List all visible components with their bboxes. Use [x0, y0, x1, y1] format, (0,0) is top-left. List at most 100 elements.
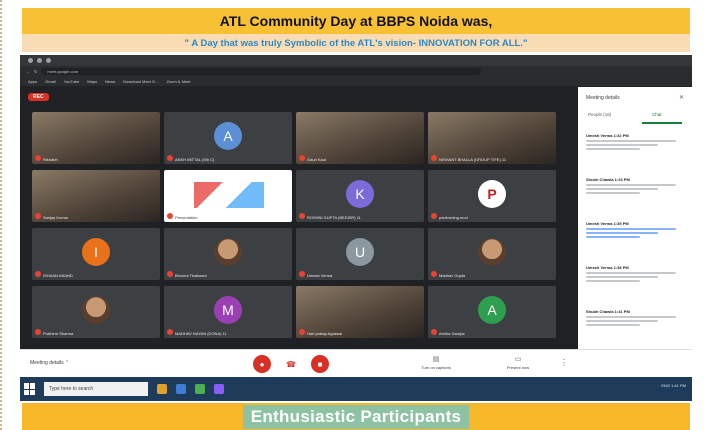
panel-title: Meeting details	[586, 95, 620, 101]
participant-photo	[478, 237, 506, 266]
bookmarks-bar: Apps Gmail YouTube Maps News Download Me…	[20, 76, 692, 86]
chat-sender: Umesh Verma 1:32 PM	[586, 133, 629, 138]
chat-text-line	[586, 280, 640, 282]
more-options-icon[interactable]: ⋮	[560, 358, 568, 367]
taskbar-search[interactable]: Type here to search	[44, 382, 148, 396]
active-tab-indicator	[642, 122, 682, 124]
participant-tile[interactable]: A ANSH MITTAL (0th C)	[164, 112, 292, 164]
chat-text-line	[586, 144, 658, 146]
participant-tile[interactable]: Prathem Sharma	[32, 286, 160, 338]
app-icon[interactable]	[214, 384, 224, 394]
end-call-icon[interactable]: ☎	[282, 355, 300, 373]
participant-tile[interactable]: M MADHAV NAYAN (DONA) 11	[164, 286, 292, 338]
captions-icon: ▤	[432, 356, 440, 363]
mic-muted-icon	[35, 329, 41, 335]
chat-sender: Umesh Verma 1:38 PM	[586, 265, 629, 270]
back-icon[interactable]: ←	[26, 69, 30, 74]
participant-tile[interactable]: A Arnika Gaurjar	[428, 286, 556, 338]
chat-message: Umesh Verma 1:32 PM	[586, 133, 686, 150]
captions-label: Turn on captions	[421, 365, 451, 370]
mic-muted-icon	[167, 271, 173, 277]
participant-tile[interactable]: Presentation	[164, 170, 292, 222]
participant-avatar: M	[214, 295, 242, 324]
mic-muted-icon	[299, 271, 305, 277]
mic-muted-icon	[299, 155, 305, 161]
chat-text-line	[586, 272, 676, 274]
participant-name: pavforming.mod	[439, 215, 468, 220]
chat-message: Shubh Chawla 1:33 PM	[586, 177, 686, 194]
participant-name: ANSH MITTAL (0th C)	[175, 157, 215, 162]
chat-text-line	[586, 148, 640, 150]
bookmark-item[interactable]: YouTube	[64, 79, 80, 84]
address-bar: ← ↻ meet.google.com	[20, 66, 692, 76]
participant-tile[interactable]: I ISHAAN ANAND	[32, 228, 160, 280]
tab-chat[interactable]: Chat	[652, 112, 662, 117]
participant-tile[interactable]: U Umesh Verma	[296, 228, 424, 280]
participant-name: MADHAV NAYAN (DONA) 11	[175, 331, 227, 336]
participant-tile[interactable]: Rishabh	[32, 112, 160, 164]
chrome-icon[interactable]	[195, 384, 205, 394]
bookmark-item[interactable]: Zoom & Meet	[166, 79, 190, 84]
mic-muted-icon	[431, 213, 437, 219]
captions-button[interactable]: ▤ Turn on captions	[416, 355, 456, 370]
window-dot-icon[interactable]	[28, 58, 33, 63]
chat-text-line	[586, 320, 658, 322]
participant-avatar: U	[346, 237, 374, 266]
meet-screenshot: ← ↻ meet.google.com Apps Gmail YouTube M…	[20, 55, 692, 401]
mic-muted-icon	[431, 155, 437, 161]
mic-muted-icon	[167, 213, 173, 219]
bookmark-item[interactable]: Download Meet G...	[123, 79, 158, 84]
chat-sender: Umesh Verma 1:35 PM	[586, 221, 629, 226]
participant-name: Umesh Verma	[307, 273, 333, 278]
chat-text-line	[586, 192, 640, 194]
participant-name: Prathem Sharma	[43, 331, 74, 336]
url-field[interactable]: meet.google.com	[41, 67, 482, 75]
participant-tile[interactable]: NISHANT BHALLA (GROUP TIFE) 11	[428, 112, 556, 164]
footer-banner: Enthusiastic Participants	[22, 403, 690, 430]
participant-photo	[214, 237, 242, 266]
window-dot-icon[interactable]	[37, 58, 42, 63]
participant-name: NISHANT BHALLA (GROUP TIFE) 11	[439, 157, 507, 162]
bookmark-item[interactable]: Gmail	[45, 79, 55, 84]
participant-name: Hari pratap Agrawal	[307, 331, 343, 336]
meeting-details-panel: Meeting details ✕ People (16) Chat Umesh…	[578, 87, 692, 369]
close-icon[interactable]: ✕	[679, 94, 684, 101]
mic-muted-icon	[299, 213, 305, 219]
window-dot-icon[interactable]	[46, 58, 51, 63]
present-button[interactable]: ▭ Present now	[498, 355, 538, 370]
participant-tile[interactable]: Gauri Kaul	[296, 112, 424, 164]
participant-name: Gauri Kaul	[307, 157, 326, 162]
meeting-controls: Meeting details ⌃ ● ☎ ■ ▤ Turn on captio…	[20, 349, 692, 377]
chat-text-line[interactable]	[586, 232, 658, 234]
edge-icon[interactable]	[176, 384, 186, 394]
chat-text-line	[586, 316, 676, 318]
bookmark-item[interactable]: Apps	[28, 79, 37, 84]
participant-tile[interactable]: Sanjay Kumar	[32, 170, 160, 222]
camera-off-icon[interactable]: ■	[311, 355, 329, 373]
refresh-icon[interactable]: ↻	[34, 69, 37, 74]
participant-tile[interactable]: Madhav Gupta	[428, 228, 556, 280]
browser-tab-strip	[20, 55, 692, 66]
present-label: Present now	[506, 365, 530, 370]
bookmark-item[interactable]: Maps	[87, 79, 97, 84]
participant-tile[interactable]: Hari pratap Agrawal	[296, 286, 424, 338]
participant-tile[interactable]: Bhoomi Thakwani	[164, 228, 292, 280]
bookmark-item[interactable]: News	[105, 79, 115, 84]
participant-avatar: K	[346, 179, 374, 208]
participant-tile[interactable]: Ppavforming.mod	[428, 170, 556, 222]
mic-off-icon[interactable]: ●	[253, 355, 271, 373]
file-explorer-icon[interactable]	[157, 384, 167, 394]
participant-name: Madhav Gupta	[439, 273, 466, 278]
system-tray[interactable]: ENG 1:41 PM	[661, 383, 686, 388]
chat-text-line[interactable]	[586, 228, 676, 230]
shared-slide-preview	[194, 182, 264, 208]
participant-avatar: P	[478, 179, 506, 208]
chat-text-line[interactable]	[586, 236, 640, 238]
participant-tile[interactable]: K ROSHNI GUPTA (BEDISR) 11	[296, 170, 424, 222]
meeting-details-button[interactable]: Meeting details ⌃	[30, 360, 69, 366]
windows-start-icon[interactable]	[24, 383, 36, 395]
chat-message: Shubh Chawla 1:41 PM	[586, 309, 686, 326]
participant-avatar: A	[214, 121, 242, 150]
tab-people[interactable]: People (16)	[588, 112, 611, 117]
participant-avatar: I	[82, 237, 110, 266]
